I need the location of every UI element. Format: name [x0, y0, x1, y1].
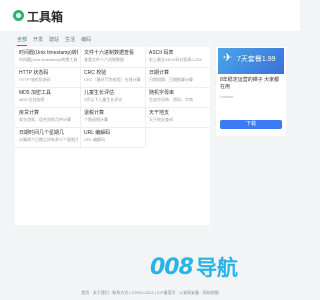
category-tabs: 全部 开发 建站 生活 编码 [17, 37, 91, 46]
promo-logo[interactable]: 008 导航 [150, 252, 238, 282]
tool-card-md5[interactable]: MD5 加密工具 MD5 在线加密 [16, 87, 78, 107]
tool-card-crc[interactable]: CRC 校验 CRC（循环冗余校验）在线计算 [81, 67, 143, 87]
tool-title: MD5 加密工具 [19, 90, 51, 96]
ad-banner-text: 7天套餐1.99 [237, 56, 276, 63]
footer: 首页 · 关于我们 · 联系方式 | ©2021-2022 | ICP备案号 ·… [81, 290, 219, 295]
tool-title: 日期计算 [149, 70, 170, 76]
tool-title: 房贷计算 [19, 110, 40, 116]
tab-life[interactable]: 生活 [65, 37, 75, 46]
tab-site[interactable]: 建站 [49, 37, 59, 46]
tool-card-tax-refund[interactable]: 退税计算 个税退税计算 [81, 107, 143, 127]
tool-grid: 时间戳(Unix timestamp)转换 时间戳(Unix timestamp… [15, 47, 210, 225]
tool-title: URL 编解码 [84, 130, 111, 136]
tool-desc: 日期相隔、日期推算计算 [149, 77, 193, 82]
tool-title: 日期时间几个星期几 [19, 130, 65, 136]
tool-title: CRC 校验 [84, 70, 107, 76]
tool-desc: 天干地支查询 [149, 117, 173, 122]
grid-divider [15, 147, 145, 148]
tool-title: 儿童生长评估 [84, 90, 115, 96]
tool-desc: 商业贷款、组合贷款月供计算 [19, 117, 71, 122]
tool-card-weekday-count[interactable]: 日期时间几个星期几 计算两个日期之间有多少个星期几 [16, 127, 78, 147]
tool-card-random-string[interactable]: 随机字母串 生成字母串、密码、字串 [146, 87, 208, 107]
tool-desc: 生成字母串、密码、字串 [149, 97, 193, 102]
tab-dev[interactable]: 开发 [33, 37, 43, 46]
paper-plane-icon: ✈ [223, 52, 233, 64]
tool-card-timestamp[interactable]: 时间戳(Unix timestamp)转换 时间戳(Unix timestamp… [16, 47, 78, 67]
tool-card-child-growth[interactable]: 儿童生长评估 0岁以下儿童生长评估 [81, 87, 143, 107]
tool-desc: MD5 在线加密 [19, 97, 45, 102]
tool-desc: 查看文件十六进制数据 [84, 57, 124, 62]
ad-source: Letstart [220, 94, 234, 99]
ad-banner[interactable]: ✈ 7天套餐1.99 [218, 48, 284, 74]
toolbox-logo-icon[interactable] [13, 10, 24, 21]
tool-title: HTTP 状态码 [19, 70, 49, 76]
tool-card-http-status[interactable]: HTTP 状态码 HTTP 响应状态码 [16, 67, 78, 87]
tool-card-date-calc[interactable]: 日期计算 日期相隔、日期推算计算 [146, 67, 208, 87]
promo-number: 008 [150, 254, 194, 280]
tool-card-ganzhi[interactable]: 天干地支 天干地支查询 [146, 107, 208, 127]
tool-desc: 时间戳(Unix timestamp)转换工具 [19, 57, 78, 62]
tool-title: 天干地支 [149, 110, 170, 116]
ad-download-button[interactable]: 下载 [220, 120, 282, 129]
tool-card-url-codec[interactable]: URL 编解码 URL 编解码 [81, 127, 143, 147]
tool-title: ASCII 码表 [149, 50, 174, 56]
tool-desc: 计算两个日期之间有多少个星期几 [19, 137, 78, 142]
top-bar: 工具箱 [0, 0, 300, 31]
tool-card-mortgage[interactable]: 房贷计算 商业贷款、组合贷款月供计算 [16, 107, 78, 127]
tool-desc: URL 编解码 [84, 137, 105, 142]
tool-card-hex-viewer[interactable]: 文件十六进制数据查看 查看文件十六进制数据 [81, 47, 143, 67]
promo-text: 导航 [195, 256, 238, 280]
tool-desc: 史上最全ASCII码对照表0-255 [149, 57, 202, 62]
tool-desc: HTTP 响应状态码 [19, 77, 51, 82]
ad-title[interactable]: 8年稳定运营的梯子 大家都在用 [220, 77, 282, 91]
ad-card[interactable]: ✈ 7天套餐1.99 8年稳定运营的梯子 大家都在用 Letstart 下载 [216, 47, 286, 136]
tab-encoding[interactable]: 编码 [81, 37, 91, 46]
tool-title: 退税计算 [84, 110, 105, 116]
tab-all[interactable]: 全部 [17, 37, 28, 46]
tool-card-ascii[interactable]: ASCII 码表 史上最全ASCII码对照表0-255 [146, 47, 208, 67]
tool-title: 随机字母串 [149, 90, 175, 96]
site-name[interactable]: 工具箱 [27, 8, 63, 25]
tool-desc: CRC（循环冗余校验）在线计算 [84, 77, 141, 82]
tool-desc: 0岁以下儿童生长评估 [84, 97, 123, 102]
tool-title: 文件十六进制数据查看 [84, 50, 135, 56]
tool-desc: 个税退税计算 [84, 117, 108, 122]
tool-title: 时间戳(Unix timestamp)转换 [19, 50, 78, 56]
